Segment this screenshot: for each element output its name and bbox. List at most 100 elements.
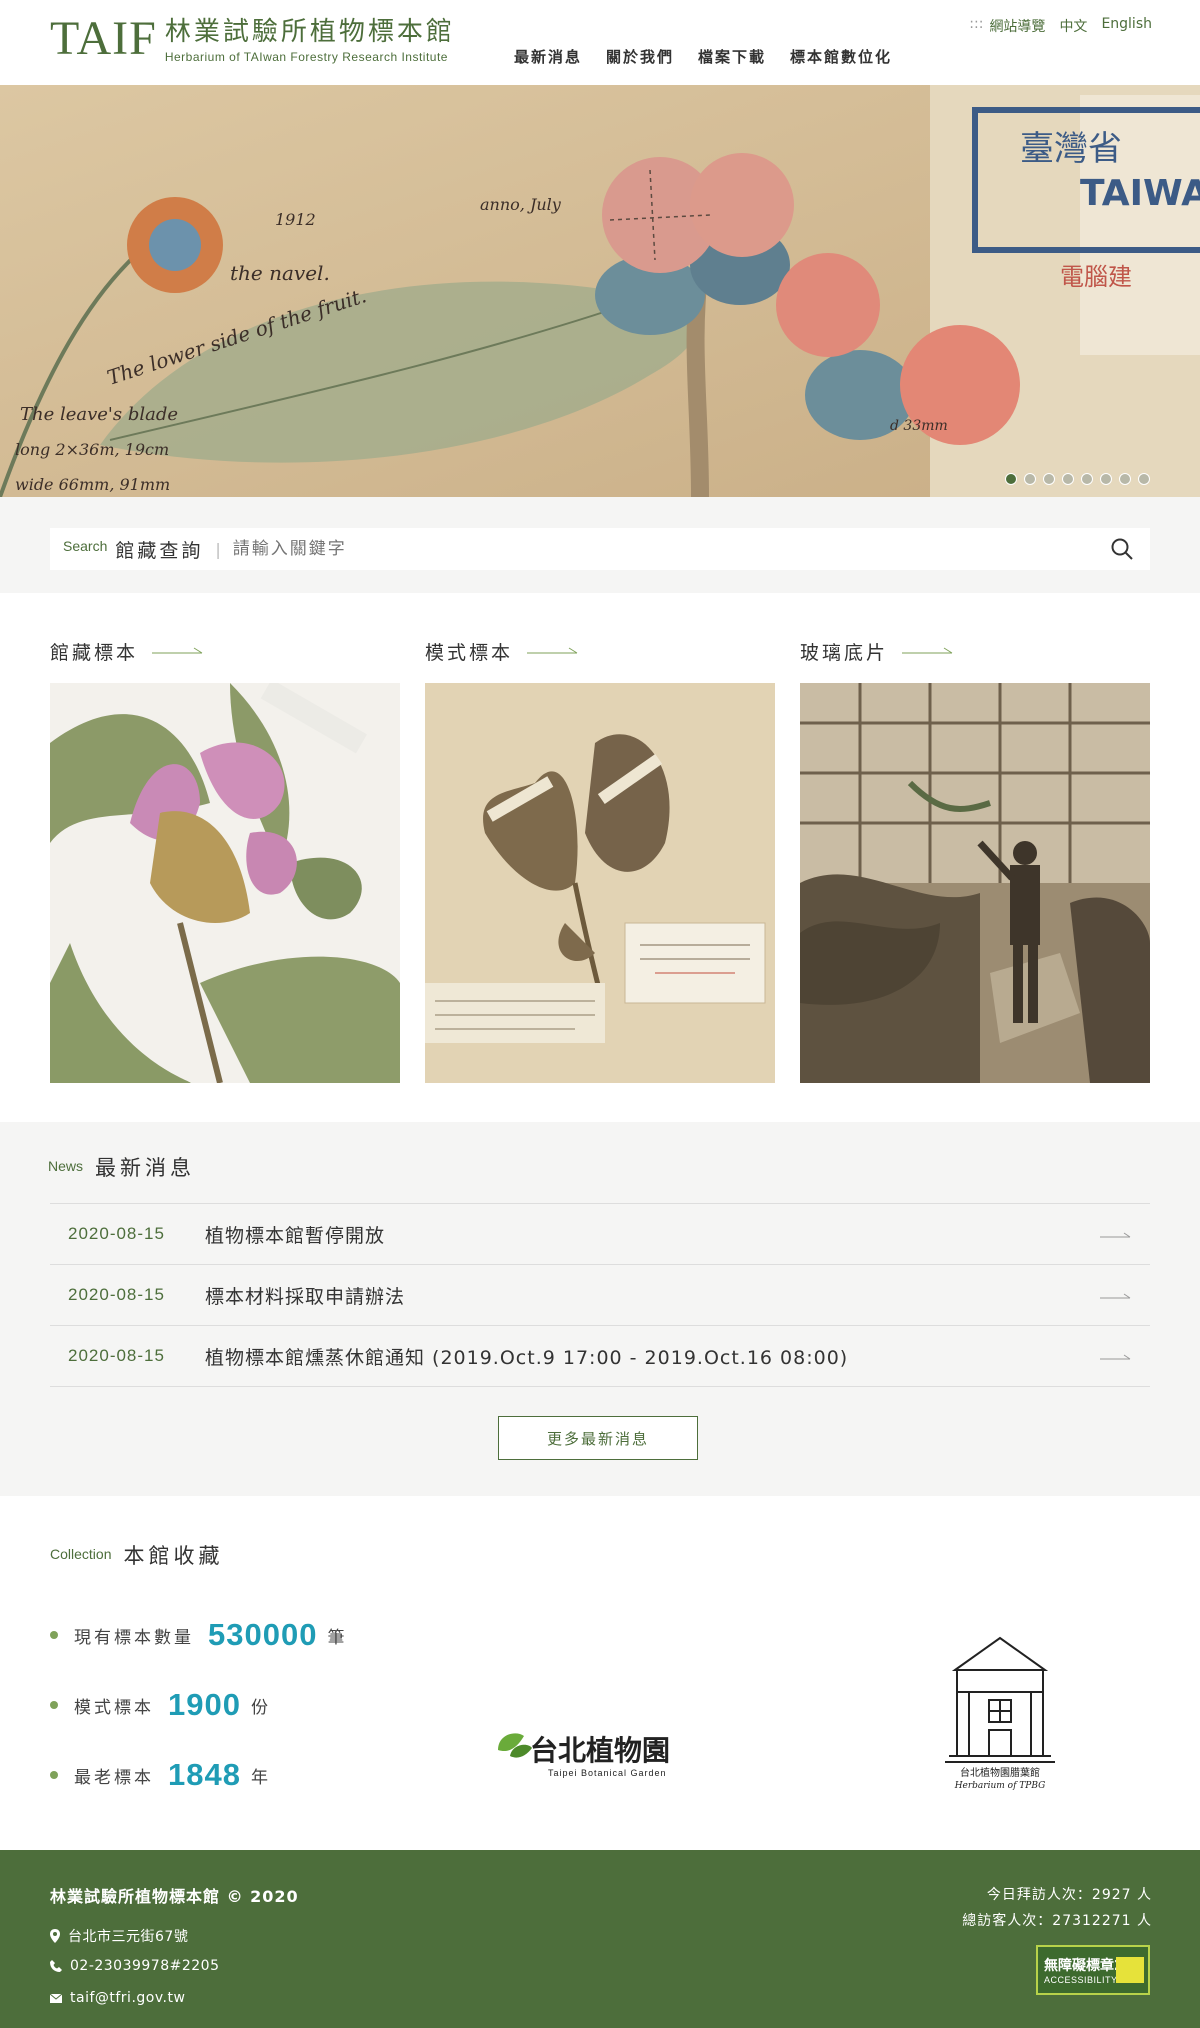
search-label-en: Search [63,538,108,554]
nav-item-downloads[interactable]: 檔案下載 [698,46,766,67]
footer-phone: 02-23039978#2205 [50,1958,219,1974]
category-card-specimens[interactable]: 館藏標本 [50,636,400,1083]
collection-label-cn: 本館收藏 [123,1544,224,1568]
accesskey-dots[interactable]: ::: [969,16,983,36]
stat-unit: 年 [250,1767,268,1788]
footer-site-name: 林業試驗所植物標本館 © 2020 [50,1887,299,1906]
nav-item-news[interactable]: 最新消息 [514,46,582,67]
logo-title-en: Herbarium of TAIwan Forestry Research In… [164,50,448,64]
logo-title-cn: 林業試驗所植物標本館 [164,17,455,47]
stat-value: 1900 [168,1687,241,1722]
svg-text:d 33mm: d 33mm [890,418,948,434]
svg-text:the navel.: the navel. [230,261,330,285]
sitemap-link[interactable]: 網站導覽 [989,16,1045,36]
lang-zh-link[interactable]: 中文 [1059,16,1087,36]
carousel-dot[interactable] [1024,473,1036,485]
svg-text:臺灣省: 臺灣省 [1020,129,1122,169]
tpbg-herbarium-logo[interactable]: 台北植物園腊葉館 Herbarium of TPBG [935,1630,1065,1791]
card-title: 館藏標本 [50,641,139,664]
logo-text: 林業試驗所植物標本館 Herbarium of TAIwan Forestry … [165,16,455,64]
stat-row: 模式標本 1900 份 [50,1670,344,1740]
carousel-dot[interactable] [1062,473,1074,485]
type-specimen-image[interactable] [425,683,775,1083]
card-title-row: 模式標本 [425,636,775,666]
svg-text:long 2×36m, 19cm: long 2×36m, 19cm [15,440,169,459]
category-card-types[interactable]: 模式標本 [425,636,775,1083]
site-logo[interactable]: TAIF 林業試驗所植物標本館 Herbarium of TAIwan Fore… [50,15,455,65]
arrow-right-icon [1100,1232,1131,1238]
footer-email-text[interactable]: taif@tfri.gov.tw [70,1990,185,2006]
carousel-dot[interactable] [1119,473,1131,485]
arrow-right-icon [1100,1354,1131,1360]
footer-phone-text[interactable]: 02-23039978#2205 [70,1958,219,1974]
news-label-cn: 最新消息 [95,1156,196,1180]
carousel-dot[interactable] [1043,473,1055,485]
lang-en-link[interactable]: English [1101,16,1152,36]
stat-label: 最老標本 [74,1767,154,1788]
footer-email: taif@tfri.gov.tw [50,1990,185,2006]
carousel-dot[interactable] [1005,473,1017,485]
svg-text:The leave's blade: The leave's blade [20,404,178,425]
nav-item-digitization[interactable]: 標本館數位化 [790,46,892,67]
stat-label: 模式標本 [74,1697,154,1718]
stat-row: 最老標本 1848 年 [50,1740,344,1810]
card-title: 模式標本 [425,641,514,664]
news-item[interactable]: 2020-08-15 植物標本館燻蒸休館通知 (2019.Oct.9 17:00… [50,1326,1150,1387]
carousel-dot[interactable] [1100,473,1112,485]
hero-banner: TAIWAN 臺灣省 電腦建 the navel. The lower side… [0,85,1200,497]
news-item[interactable]: 2020-08-15 植物標本館暫停開放 [50,1204,1150,1265]
arrow-right-icon [152,647,203,654]
site-footer: 林業試驗所植物標本館 © 2020 台北市三元街67號 02-23039978#… [0,1850,1200,2028]
news-title[interactable]: 植物標本館暫停開放 [205,1221,385,1248]
site-header: TAIF 林業試驗所植物標本館 Herbarium of TAIwan Fore… [0,0,1200,85]
search-icon [1111,538,1133,560]
news-date: 2020-08-15 [68,1224,165,1243]
card-title-row: 館藏標本 [50,636,400,666]
collection-heading: Collection 本館收藏 [50,1540,223,1570]
svg-text:電腦建: 電腦建 [1060,263,1132,291]
stat-value: 1848 [168,1757,241,1792]
bullet-icon [50,1701,58,1709]
search-button[interactable] [1102,529,1142,569]
hero-illustration: TAIWAN 臺灣省 電腦建 the navel. The lower side… [0,85,1200,497]
svg-text:1912: 1912 [275,210,316,229]
search-input[interactable] [232,539,1102,559]
a11y-grid-icon [1116,1957,1144,1983]
specimen-image[interactable] [50,683,400,1083]
arrow-right-icon [902,647,953,654]
carousel-dots [998,473,1150,485]
news-title[interactable]: 標本材料採取申請辦法 [205,1282,405,1309]
collection-stats: 現有標本數量 530000 筆 模式標本 1900 份 最老標本 1848 年 [50,1600,344,1810]
svg-text:anno, July: anno, July [480,195,562,214]
taipei-botanical-garden-logo[interactable]: 台北植物園 Taipei Botanical Garden [490,1720,690,1780]
stat-row: 現有標本數量 530000 筆 [50,1600,344,1670]
carousel-dot[interactable] [1138,473,1150,485]
search-bar: Search 館藏查詢 | [50,528,1150,570]
stat-unit: 筆 [327,1627,345,1648]
visits-total: 總訪客人次：27312271 人 [962,1913,1152,1929]
carousel-dot[interactable] [1081,473,1093,485]
glass-negative-image[interactable] [800,683,1150,1083]
news-title[interactable]: 植物標本館燻蒸休館通知 (2019.Oct.9 17:00 - 2019.Oct… [205,1343,848,1370]
search-label-cn: 館藏查詢 [115,539,204,562]
bullet-icon [50,1631,58,1639]
search-separator: | [215,539,221,559]
herbarium-logo-cn: 台北植物園腊葉館 [960,1766,1040,1779]
svg-text:wide 66mm, 91mm: wide 66mm, 91mm [15,475,170,494]
phone-icon [50,1960,62,1972]
mail-icon [50,1993,62,2003]
nav-item-about[interactable]: 關於我們 [606,46,674,67]
arrow-right-icon [1100,1293,1131,1299]
arrow-right-icon [527,647,578,654]
card-title-row: 玻璃底片 [800,636,1150,666]
more-news-button[interactable]: 更多最新消息 [498,1416,698,1460]
news-label-en: News [48,1158,84,1174]
accessibility-badge[interactable]: 無障礙標章2.0 ACCESSIBILITY [1036,1945,1150,1995]
stat-unit: 份 [250,1697,268,1718]
collection-label-en: Collection [50,1546,112,1562]
category-card-glass-negatives[interactable]: 玻璃底片 [800,636,1150,1083]
utility-links: ::: 網站導覽 中文 English [955,16,1152,36]
garden-logo-cn: 台北植物園 [530,1734,670,1767]
bullet-icon [50,1771,58,1779]
news-item[interactable]: 2020-08-15 標本材料採取申請辦法 [50,1265,1150,1326]
